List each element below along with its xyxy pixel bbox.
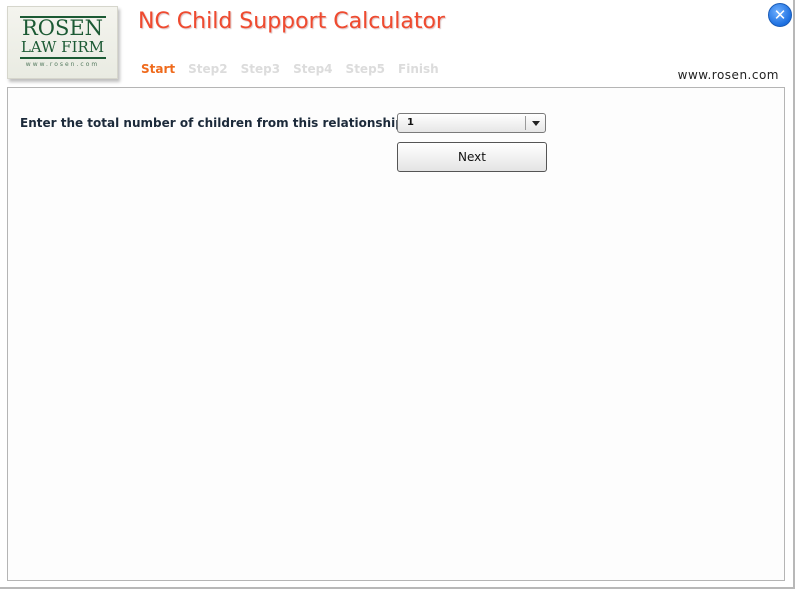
- step-4: Step4: [293, 62, 333, 76]
- close-button[interactable]: ✕: [768, 3, 792, 27]
- children-count-value: 1: [407, 117, 414, 128]
- logo-url: www.rosen.com: [25, 61, 100, 68]
- select-divider: [525, 116, 526, 130]
- chevron-down-icon[interactable]: [532, 121, 540, 126]
- next-button[interactable]: Next: [397, 142, 547, 172]
- page-title: NC Child Support Calculator: [138, 9, 445, 34]
- step-finish: Finish: [398, 62, 439, 76]
- form-panel: Enter the total number of children from …: [7, 87, 785, 581]
- logo-line1: ROSEN: [21, 16, 104, 40]
- rosen-law-firm-logo[interactable]: ROSEN LAW FIRM www.rosen.com: [7, 6, 118, 79]
- logo-line2: LAW FIRM: [20, 38, 105, 56]
- calculator-window: ROSEN LAW FIRM www.rosen.com NC Child Su…: [0, 0, 795, 589]
- step-3: Step3: [240, 62, 281, 76]
- step-2: Step2: [188, 62, 228, 76]
- step-navigation: Start Step2 Step3 Step4 Step5 Finish: [141, 62, 452, 76]
- step-start: Start: [141, 62, 176, 76]
- children-count-select[interactable]: 1: [397, 113, 546, 133]
- children-count-label: Enter the total number of children from …: [20, 116, 409, 130]
- step-5: Step5: [345, 62, 386, 76]
- website-link[interactable]: www.rosen.com: [678, 68, 779, 82]
- logo-rule-bottom: [19, 57, 106, 59]
- close-icon: ✕: [773, 5, 787, 24]
